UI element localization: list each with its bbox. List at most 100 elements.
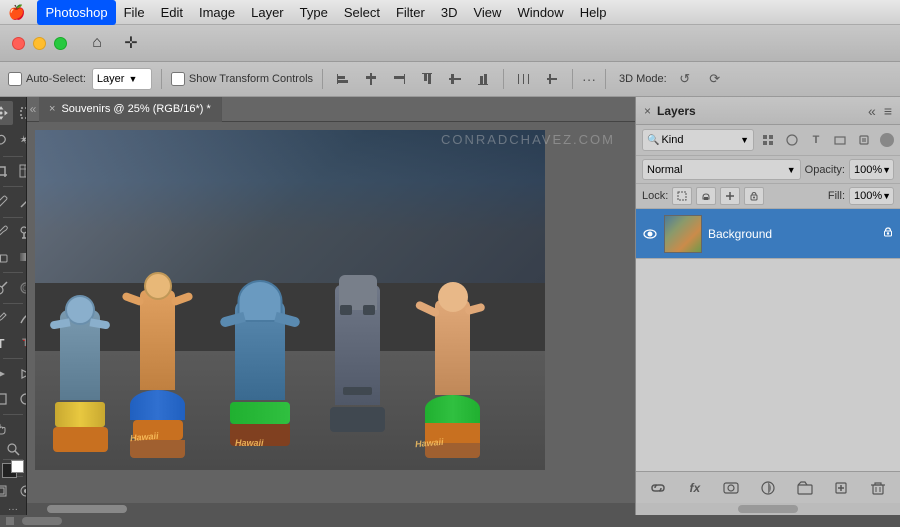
distribute-left-button[interactable]	[513, 68, 535, 90]
delete-layer-button[interactable]	[866, 476, 890, 500]
pixel-filter-icon[interactable]	[758, 130, 778, 150]
ellipse-tool[interactable]	[14, 387, 28, 411]
type-mask-tool[interactable]: T	[14, 331, 28, 355]
menu-photoshop[interactable]: Photoshop	[37, 0, 115, 25]
lock-transparent-pixels-button[interactable]	[672, 187, 692, 205]
layers-panel-menu-icon[interactable]: ≡	[884, 103, 892, 119]
close-button[interactable]	[12, 37, 25, 50]
opacity-input[interactable]: 100% ▼	[849, 159, 894, 180]
path-select-tool[interactable]	[0, 362, 13, 386]
screen-mode-button[interactable]	[0, 479, 13, 503]
document-tab-close[interactable]: ×	[49, 103, 55, 115]
canvas-viewport[interactable]: Hawaii Hawaii Hawaii	[27, 122, 635, 503]
lasso-tool[interactable]	[0, 128, 13, 152]
3d-roll-icon[interactable]: ⟳	[703, 67, 727, 91]
rotate-view-tool[interactable]	[14, 417, 28, 441]
apple-logo-icon[interactable]: 🍎	[8, 4, 25, 21]
menu-help[interactable]: Help	[572, 0, 615, 25]
figure-5	[420, 300, 485, 455]
background-color[interactable]	[11, 460, 24, 473]
menu-image[interactable]: Image	[191, 0, 243, 25]
menu-3d[interactable]: 3D	[433, 0, 466, 25]
dodge-tool[interactable]	[0, 276, 13, 300]
document-canvas[interactable]: Hawaii Hawaii Hawaii	[35, 130, 545, 470]
freeform-pen-tool[interactable]	[14, 306, 28, 330]
align-centers-vertical-button[interactable]	[444, 68, 466, 90]
eraser-tool[interactable]	[0, 245, 13, 269]
align-top-edges-button[interactable]	[416, 68, 438, 90]
scroll-thumb-horizontal[interactable]	[47, 505, 127, 513]
autoselect-dropdown[interactable]: Layer ▼	[92, 68, 152, 90]
menu-layer[interactable]: Layer	[243, 0, 292, 25]
quick-mask-button[interactable]	[14, 479, 28, 503]
eyedropper-tool[interactable]	[0, 190, 13, 214]
minimize-button[interactable]	[33, 37, 46, 50]
autoselect-checkbox[interactable]	[8, 72, 22, 86]
blend-mode-dropdown[interactable]: Normal ▼	[642, 159, 801, 180]
menu-filter[interactable]: Filter	[388, 0, 433, 25]
type-filter-icon[interactable]: T	[806, 130, 826, 150]
ruler-tool[interactable]	[14, 190, 28, 214]
document-tab[interactable]: × Souvenirs @ 25% (RGB/16*) *	[39, 97, 222, 122]
horizontal-scrollbar[interactable]	[27, 503, 635, 515]
pen-tool[interactable]	[0, 306, 13, 330]
vertical-scroll-indicator[interactable]	[636, 503, 900, 515]
home-icon[interactable]: ⌂	[85, 31, 109, 55]
gradient-tool[interactable]	[14, 245, 28, 269]
align-bottom-edges-button[interactable]	[472, 68, 494, 90]
color-swatch[interactable]	[2, 463, 24, 473]
menu-view[interactable]: View	[465, 0, 509, 25]
layers-panel-collapse-icon[interactable]: «	[868, 103, 876, 119]
lock-image-pixels-button[interactable]	[696, 187, 716, 205]
direct-select-tool[interactable]	[14, 362, 28, 386]
shape-filter-icon[interactable]	[830, 130, 850, 150]
create-new-layer-button[interactable]	[829, 476, 853, 500]
adjustment-filter-icon[interactable]	[782, 130, 802, 150]
extra-tools-button[interactable]: ···	[1, 504, 25, 515]
distribute-centers-button[interactable]	[541, 68, 563, 90]
menu-edit[interactable]: Edit	[153, 0, 191, 25]
lock-position-button[interactable]	[720, 187, 740, 205]
layers-panel-close-icon[interactable]: ×	[644, 104, 651, 118]
align-left-edges-button[interactable]	[332, 68, 354, 90]
marquee-tool[interactable]	[14, 101, 28, 125]
type-tool[interactable]: T	[0, 331, 13, 355]
align-centers-horizontal-button[interactable]	[360, 68, 382, 90]
hand-tool[interactable]	[0, 417, 13, 441]
move-tool[interactable]	[0, 101, 13, 125]
fill-input[interactable]: 100% ▼	[849, 187, 894, 205]
maximize-button[interactable]	[54, 37, 67, 50]
panel-collapse-icon[interactable]: «	[27, 97, 39, 122]
slice-tool[interactable]	[14, 159, 28, 183]
3d-rotate-icon[interactable]: ↺	[673, 67, 697, 91]
create-new-group-button[interactable]	[793, 476, 817, 500]
scroll-thumb-status[interactable]	[22, 517, 62, 525]
link-layers-button[interactable]	[646, 476, 670, 500]
zoom-tool[interactable]	[1, 442, 25, 456]
panel-toggle-icon[interactable]	[6, 517, 14, 525]
clone-stamp-tool[interactable]	[14, 220, 28, 244]
filter-toggle-icon[interactable]	[880, 133, 894, 147]
menu-select[interactable]: Select	[336, 0, 388, 25]
vertical-scroll-thumb[interactable]	[738, 505, 798, 513]
brush-tool[interactable]	[0, 220, 13, 244]
transform-checkbox[interactable]	[171, 72, 185, 86]
menu-file[interactable]: File	[116, 0, 153, 25]
layers-kind-dropdown[interactable]: 🔍 Kind ▼	[642, 129, 754, 151]
add-layer-mask-button[interactable]	[719, 476, 743, 500]
create-new-fill-layer-button[interactable]	[756, 476, 780, 500]
more-options-icon[interactable]: ···	[582, 71, 596, 87]
layer-item-background[interactable]: Background	[636, 209, 900, 259]
shape-tool[interactable]	[0, 387, 13, 411]
magic-wand-tool[interactable]	[14, 128, 28, 152]
align-right-edges-button[interactable]	[388, 68, 410, 90]
menu-window[interactable]: Window	[509, 0, 571, 25]
crop-tool[interactable]	[0, 159, 13, 183]
layer-visibility-icon[interactable]	[642, 226, 658, 242]
blur-tool[interactable]	[14, 276, 28, 300]
smart-object-filter-icon[interactable]	[854, 130, 874, 150]
add-layer-style-button[interactable]: fx	[683, 476, 707, 500]
menu-type[interactable]: Type	[292, 0, 336, 25]
lock-all-button[interactable]	[744, 187, 764, 205]
move-tool-icon[interactable]: ✛	[119, 31, 143, 55]
